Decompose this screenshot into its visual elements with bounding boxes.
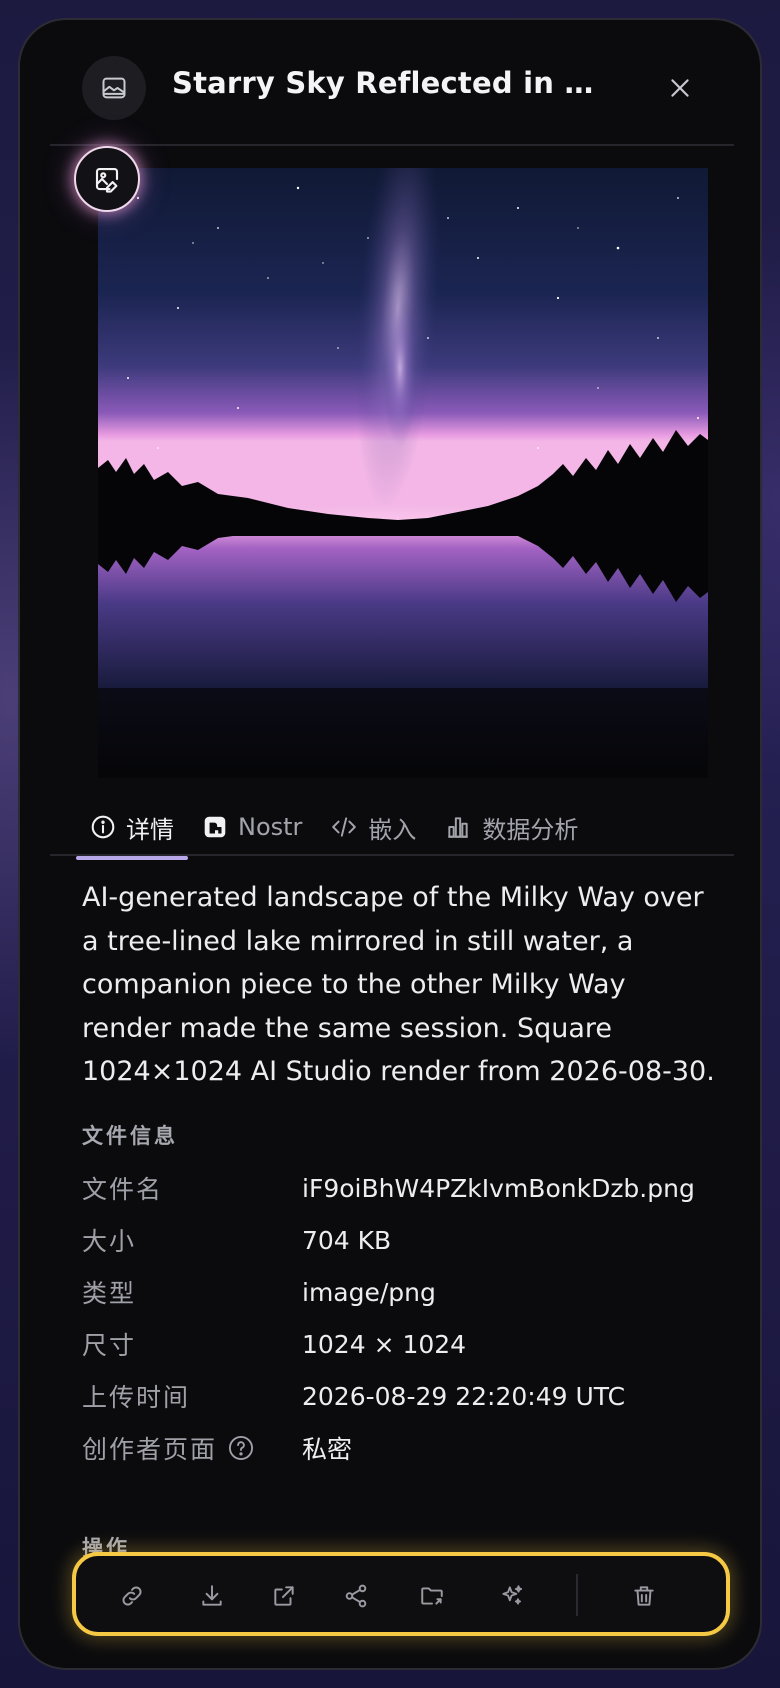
page-title: Starry Sky Reflected in a F... xyxy=(172,66,612,100)
tab-embed[interactable]: 嵌入 xyxy=(316,798,430,856)
bar-chart-icon xyxy=(448,817,469,838)
header-divider xyxy=(50,144,734,146)
file-info-heading: 文件信息 xyxy=(82,1124,178,1148)
edit-image-button[interactable] xyxy=(74,146,140,212)
tab-label: 数据分析 xyxy=(482,815,579,844)
media-detail-modal: Starry Sky Reflected in a F... 详情 Nostr … xyxy=(18,18,762,1670)
info-value: 704 KB xyxy=(302,1225,392,1255)
info-value: image/png xyxy=(302,1277,436,1307)
tab-details[interactable]: 详情 xyxy=(76,798,188,860)
open-external-button[interactable] xyxy=(262,1574,306,1618)
info-key: 创作者页面 xyxy=(82,1430,302,1466)
info-icon xyxy=(91,815,115,839)
tab-analytics[interactable]: 数据分析 xyxy=(430,798,592,856)
nostr-icon xyxy=(204,816,226,838)
info-key: 文件名 xyxy=(82,1175,164,1204)
info-row-upload-time: 上传时间 2026-08-29 22:20:49 UTC xyxy=(82,1376,742,1416)
info-row-dimensions: 尺寸 1024 × 1024 xyxy=(82,1324,742,1364)
download-button[interactable] xyxy=(190,1574,234,1618)
info-key: 尺寸 xyxy=(82,1331,137,1360)
tab-label: Nostr xyxy=(238,813,303,841)
toolbar-separator xyxy=(576,1574,578,1616)
delete-button[interactable] xyxy=(622,1574,666,1618)
tab-label: 嵌入 xyxy=(368,815,417,844)
detail-tabs: 详情 Nostr 嵌入 数据分析 xyxy=(76,798,592,860)
close-button[interactable] xyxy=(660,68,700,108)
actions-toolbar xyxy=(72,1552,730,1636)
link-icon xyxy=(122,1586,142,1606)
code-icon xyxy=(332,817,357,837)
trash-icon xyxy=(634,1586,654,1606)
sparkles-icon xyxy=(502,1585,523,1605)
image-edit-icon xyxy=(95,167,119,193)
info-value: 2026-08-29 22:20:49 UTC xyxy=(302,1381,626,1411)
download-icon xyxy=(202,1585,222,1606)
tab-label: 详情 xyxy=(126,815,174,844)
info-key: 大小 xyxy=(82,1227,137,1256)
info-row-type: 类型 image/png xyxy=(82,1272,742,1312)
info-row-filename: 文件名 iF9oiBhW4PZkIvmBonkDzb.png xyxy=(82,1168,742,1208)
info-key-label: 创作者页面 xyxy=(82,1435,218,1464)
modal-header: Starry Sky Reflected in a F... xyxy=(20,20,760,146)
move-to-folder-button[interactable] xyxy=(410,1574,454,1618)
tabs-divider xyxy=(50,854,734,856)
info-key: 上传时间 xyxy=(82,1383,191,1412)
ai-enhance-button[interactable] xyxy=(490,1574,534,1618)
info-value: 1024 × 1024 xyxy=(302,1329,467,1359)
share-icon xyxy=(345,1584,367,1608)
help-icon[interactable] xyxy=(227,1434,255,1462)
info-value: 私密 xyxy=(302,1435,353,1464)
image-icon xyxy=(82,56,146,120)
artwork-image[interactable] xyxy=(98,168,708,778)
external-link-icon xyxy=(274,1586,294,1606)
folder-move-icon xyxy=(421,1587,443,1605)
image-description: AI-generated landscape of the Milky Way … xyxy=(82,882,715,1087)
info-row-size: 大小 704 KB xyxy=(82,1220,742,1260)
info-value[interactable]: iF9oiBhW4PZkIvmBonkDzb.png xyxy=(302,1174,695,1203)
copy-link-button[interactable] xyxy=(110,1574,154,1618)
tab-nostr[interactable]: Nostr xyxy=(188,798,316,856)
info-row-creator-page: 创作者页面 私密 xyxy=(82,1428,742,1468)
share-button[interactable] xyxy=(334,1574,378,1618)
close-icon xyxy=(671,79,689,97)
info-key: 类型 xyxy=(82,1279,137,1308)
